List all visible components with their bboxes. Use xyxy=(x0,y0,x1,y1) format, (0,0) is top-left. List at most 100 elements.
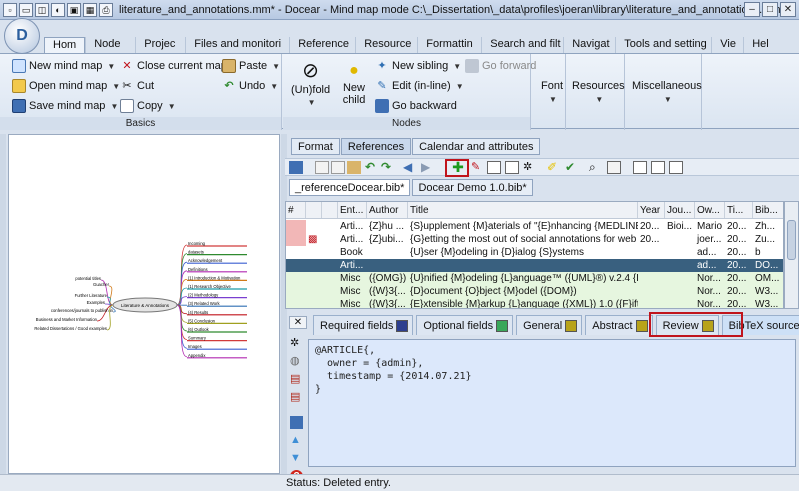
new-icon[interactable]: ▫ xyxy=(3,2,17,17)
tab-project[interactable]: Projec xyxy=(135,37,185,53)
tab-node[interactable]: Node xyxy=(85,37,135,53)
copy-button[interactable]: Copy ▼ xyxy=(120,99,176,113)
new-sibling-button[interactable]: ✦ New sibling ▼ xyxy=(375,59,461,73)
lock-icon[interactable]: ◫ xyxy=(35,2,49,17)
table-row[interactable]: Misc ({W}3{... {D}ocument {O}bject {M}odel… xyxy=(286,285,783,298)
mark-icon[interactable]: ✔ xyxy=(565,161,579,174)
pdf-icon[interactable]: ▤ xyxy=(290,372,303,385)
tab-general[interactable]: General xyxy=(516,315,583,335)
tab-references[interactable]: References xyxy=(340,138,412,155)
table-row[interactable]: ▩ Arti... {Z}ubi... {G}etting the most out … xyxy=(286,233,783,246)
undo-icon[interactable]: ↶ xyxy=(365,161,379,174)
paste-entry-icon[interactable] xyxy=(347,161,361,174)
mind-map-node[interactable]: Examples xyxy=(87,300,105,305)
col-number[interactable]: # xyxy=(286,202,306,218)
tab-resource[interactable]: Resource xyxy=(355,37,417,53)
unfold-button[interactable]: ⊘ (Un)fold ▼ xyxy=(291,60,330,107)
app-logo-button[interactable]: D xyxy=(4,18,40,54)
mind-map-node[interactable]: Further Literature xyxy=(75,293,108,298)
tab-tools-and-settings[interactable]: Tools and setting xyxy=(615,37,711,53)
font-group[interactable]: Font ▼ xyxy=(536,54,566,130)
document-icon[interactable] xyxy=(290,416,303,429)
font-button[interactable]: Font ▼ xyxy=(541,80,563,104)
mind-map-node[interactable]: Definitions xyxy=(188,267,208,272)
undo-button[interactable]: ↶ Undo ▼ xyxy=(222,79,278,93)
tab-calendar-and-attributes[interactable]: Calendar and attributes xyxy=(412,138,541,155)
resources-button[interactable]: Resources ▼ xyxy=(572,80,625,104)
mind-map-node[interactable]: Summary xyxy=(188,336,207,341)
mind-map-node[interactable]: (2) Methodology xyxy=(188,293,219,298)
mind-map-node[interactable]: (5) Conclusion xyxy=(188,318,216,323)
table-row[interactable]: Misc ({W}3{... {E}xtensible {M}arkup {L}an… xyxy=(286,298,783,308)
resources-group[interactable]: Resources ▼ xyxy=(567,54,625,130)
edit-entry-icon[interactable] xyxy=(487,161,501,174)
col-title[interactable]: Title xyxy=(408,202,638,218)
mind-map-node[interactable]: (1) Research Objective xyxy=(188,284,231,289)
edit-inline-button[interactable]: ✎ Edit (in-line) ▼ xyxy=(375,79,463,93)
tab-formatting[interactable]: Formattin xyxy=(417,37,481,53)
go-forward-button[interactable]: Go forward xyxy=(465,59,536,73)
mind-map-canvas[interactable]: Literature & Annotations Incoming datasets… xyxy=(8,134,280,474)
highlighter-icon[interactable]: ✐ xyxy=(547,161,561,174)
scroll-thumb[interactable] xyxy=(787,220,796,260)
tab-format[interactable]: Format xyxy=(291,138,340,155)
arrow-up-icon[interactable]: ▲ xyxy=(290,434,303,447)
table-row[interactable]: Misc ({OMG}) {U}nified {M}odeling {L}angua… xyxy=(286,272,783,285)
mind-map-node[interactable]: Appendix xyxy=(188,353,206,358)
preamble-icon[interactable] xyxy=(505,161,519,174)
close-current-map-button[interactable]: ✕ Close current map xyxy=(120,59,226,73)
copy-entry-icon[interactable] xyxy=(331,161,345,174)
cut-button[interactable]: ✂ Cut xyxy=(120,79,154,93)
mind-map-node[interactable]: datasets xyxy=(188,250,204,255)
tab-abstract[interactable]: Abstract xyxy=(585,315,653,335)
tab-navigate[interactable]: Navigat xyxy=(563,37,615,53)
mind-map-node[interactable]: (4) Results xyxy=(188,310,208,315)
tab-required-fields[interactable]: Required fields xyxy=(313,315,414,335)
tab-home[interactable]: Hom xyxy=(44,37,86,53)
tab-reference-docear-bib[interactable]: _referenceDocear.bib* xyxy=(289,179,411,196)
mind-map-node[interactable]: Business and Market Information xyxy=(36,317,98,322)
col-journal[interactable]: Jou... xyxy=(665,202,695,218)
miscellaneous-group[interactable]: Miscellaneous ▼ xyxy=(626,54,702,130)
save-mind-map-button[interactable]: Save mind map ▼ xyxy=(12,99,118,113)
tools-icon[interactable]: ✲ xyxy=(290,336,303,349)
miscellaneous-button[interactable]: Miscellaneous ▼ xyxy=(632,80,702,104)
col-entrytype[interactable]: Ent... xyxy=(338,202,367,218)
close-button[interactable]: ✕ xyxy=(780,2,796,17)
tab-reference[interactable]: Reference xyxy=(289,37,355,53)
forward-arrow-icon[interactable]: ▶ xyxy=(421,161,435,174)
mind-map-node[interactable]: Guacher xyxy=(93,282,110,287)
paste-button[interactable]: Paste ▼ xyxy=(222,59,280,73)
pdf-attach-icon[interactable]: ▤ xyxy=(290,390,303,403)
mind-map-node[interactable]: potential titles xyxy=(75,276,101,281)
col-timestamp[interactable]: Ti... xyxy=(725,202,753,218)
new-child-button[interactable]: ● New child xyxy=(339,62,369,106)
tab-files-and-monitoring[interactable]: Files and monitori xyxy=(185,37,289,53)
mind-map-node[interactable]: (1) Introduction & Motivation xyxy=(188,275,241,280)
table-row[interactable]: Arti... {Z}hu ... {S}upplement {M}aterials… xyxy=(286,220,783,233)
col-year[interactable]: Year xyxy=(638,202,665,218)
window-icon[interactable] xyxy=(633,161,647,174)
col-url[interactable] xyxy=(322,202,338,218)
mind-map-node[interactable]: (6) Outlook xyxy=(188,327,210,332)
left-splitter[interactable] xyxy=(0,134,6,474)
delete-entry-icon[interactable]: ✎ xyxy=(471,161,485,174)
mind-map-node[interactable]: Images xyxy=(188,344,202,349)
mind-map-node[interactable]: Acknowledgement xyxy=(188,258,223,263)
go-backward-button[interactable]: Go backward xyxy=(375,99,457,113)
col-bibtexkey[interactable]: Bib... xyxy=(753,202,783,218)
table-row[interactable]: Book {U}ser {M}odeling in {D}ialog {S}yst… xyxy=(286,246,783,259)
arrow-down-icon[interactable]: ▼ xyxy=(290,452,303,465)
table-row[interactable]: Arti... ad... 20... DO... xyxy=(286,259,783,272)
new-database-icon[interactable] xyxy=(315,161,329,174)
col-author[interactable]: Author xyxy=(367,202,408,218)
open-icon[interactable]: ▭ xyxy=(19,2,33,17)
search-icon[interactable]: ⌕ xyxy=(589,161,603,174)
mind-map-node[interactable]: Related Dissertations / Good examples xyxy=(34,326,107,331)
tab-docear-demo-bib[interactable]: Docear Demo 1.0.bib* xyxy=(412,179,533,196)
col-file[interactable] xyxy=(306,202,322,218)
back-arrow-icon[interactable]: ◀ xyxy=(403,161,417,174)
open-mind-map-button[interactable]: Open mind map ▼ xyxy=(12,79,120,93)
table-scrollbar[interactable] xyxy=(784,201,799,309)
print-icon[interactable]: ⎙ xyxy=(99,2,113,17)
